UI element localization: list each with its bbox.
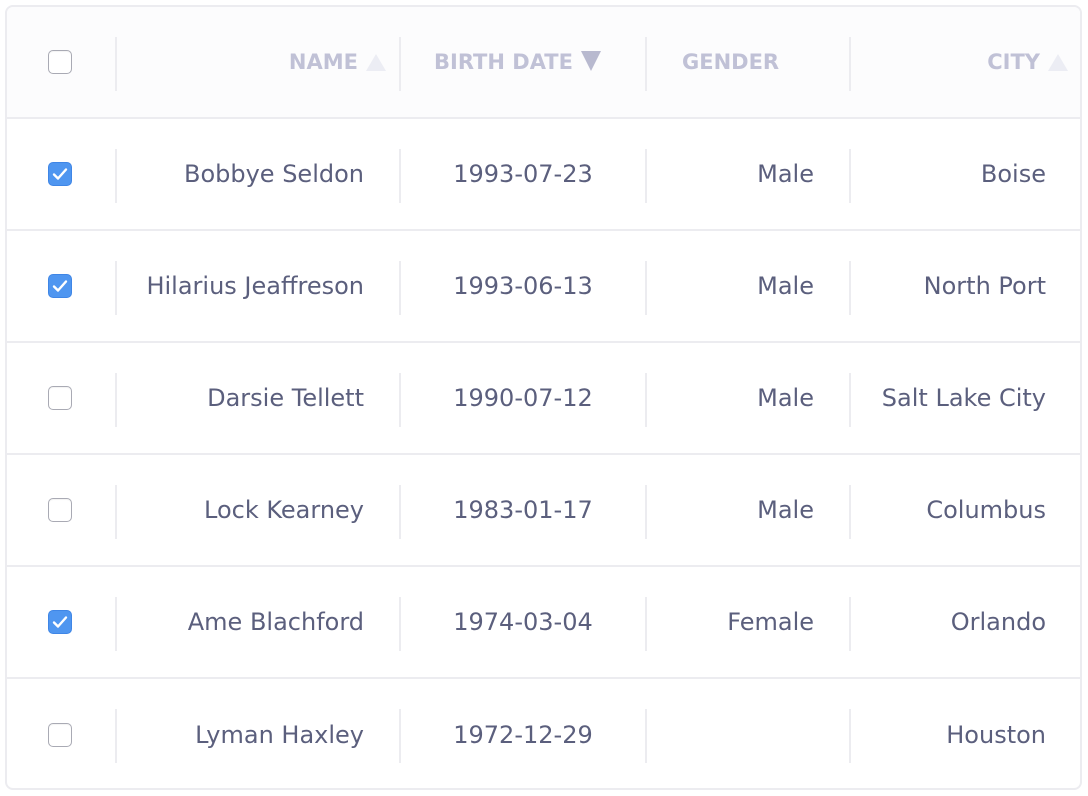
cell-birth-date: 1993-06-13 [400,231,646,341]
checkmark-icon [52,168,68,180]
cell-birth-date: 1990-07-12 [400,343,646,453]
cell-name-text: Hilarius Jeaffreson [146,272,364,300]
cell-city: Salt Lake City [850,343,1080,453]
cell-name-text: Lock Kearney [204,496,364,524]
cell-gender: Male [646,119,850,229]
table-row[interactable]: Bobbye Seldon 1993-07-23 Male Boise [7,119,1080,231]
cell-city-text: Orlando [950,608,1046,636]
cell-city: Houston [850,679,1080,788]
cell-gender: Male [646,455,850,565]
cell-gender: Male [646,343,850,453]
cell-birth-date-text: 1974-03-04 [453,608,593,636]
row-select-cell [7,119,117,229]
cell-gender-text: Male [757,384,814,412]
cell-city-text: Salt Lake City [881,384,1046,412]
select-all-checkbox[interactable] [48,50,72,74]
row-select-cell [7,679,117,788]
data-table: NAME BIRTH DATE GENDER CITY Bobbye Seldo… [5,5,1082,790]
sort-ascending-icon [366,53,386,71]
cell-city-text: Houston [946,721,1046,749]
checkmark-icon [52,280,68,292]
row-checkbox[interactable] [48,610,72,634]
cell-name: Lyman Haxley [117,679,400,788]
header-select-cell [7,7,117,117]
cell-city: Boise [850,119,1080,229]
cell-gender: Female [646,567,850,677]
cell-birth-date-text: 1993-07-23 [453,160,593,188]
table-row[interactable]: Darsie Tellett 1990-07-12 Male Salt Lake… [7,343,1080,455]
cell-name: Bobbye Seldon [117,119,400,229]
row-checkbox[interactable] [48,386,72,410]
row-select-cell [7,343,117,453]
sort-descending-icon [580,51,601,71]
cell-birth-date: 1974-03-04 [400,567,646,677]
table-header: NAME BIRTH DATE GENDER CITY [7,7,1080,119]
column-header-name[interactable]: NAME [117,7,400,117]
cell-gender-text: Female [727,608,814,636]
cell-name-text: Darsie Tellett [207,384,364,412]
cell-city-text: North Port [923,272,1046,300]
column-header-birth-date[interactable]: BIRTH DATE [400,7,646,117]
table-row[interactable]: Ame Blachford 1974-03-04 Female Orlando [7,567,1080,679]
cell-gender [646,679,850,788]
table-row[interactable]: Lyman Haxley 1972-12-29 Houston [7,679,1080,788]
cell-birth-date: 1972-12-29 [400,679,646,788]
cell-city: Columbus [850,455,1080,565]
cell-name: Lock Kearney [117,455,400,565]
cell-gender-text: Male [757,160,814,188]
cell-gender-text: Male [757,496,814,524]
cell-city: North Port [850,231,1080,341]
cell-gender-text: Male [757,272,814,300]
cell-name-text: Bobbye Seldon [183,160,364,188]
cell-name-text: Lyman Haxley [195,721,364,749]
cell-city-text: Boise [980,160,1046,188]
cell-birth-date-text: 1972-12-29 [453,721,593,749]
cell-name: Darsie Tellett [117,343,400,453]
cell-birth-date: 1983-01-17 [400,455,646,565]
cell-birth-date-text: 1993-06-13 [453,272,593,300]
table-row[interactable]: Lock Kearney 1983-01-17 Male Columbus [7,455,1080,567]
cell-birth-date-text: 1983-01-17 [453,496,593,524]
cell-city-text: Columbus [926,496,1046,524]
row-select-cell [7,231,117,341]
cell-name: Hilarius Jeaffreson [117,231,400,341]
cell-birth-date-text: 1990-07-12 [453,384,593,412]
row-checkbox[interactable] [48,498,72,522]
cell-name: Ame Blachford [117,567,400,677]
cell-gender: Male [646,231,850,341]
cell-birth-date: 1993-07-23 [400,119,646,229]
row-select-cell [7,567,117,677]
row-checkbox[interactable] [48,274,72,298]
cell-city: Orlando [850,567,1080,677]
cell-name-text: Ame Blachford [187,608,364,636]
column-header-city[interactable]: CITY [850,7,1080,117]
column-header-gender[interactable]: GENDER [646,7,850,117]
row-checkbox[interactable] [48,162,72,186]
checkmark-icon [52,616,68,628]
row-select-cell [7,455,117,565]
row-checkbox[interactable] [48,723,72,747]
sort-ascending-icon [1048,53,1068,71]
table-row[interactable]: Hilarius Jeaffreson 1993-06-13 Male Nort… [7,231,1080,343]
